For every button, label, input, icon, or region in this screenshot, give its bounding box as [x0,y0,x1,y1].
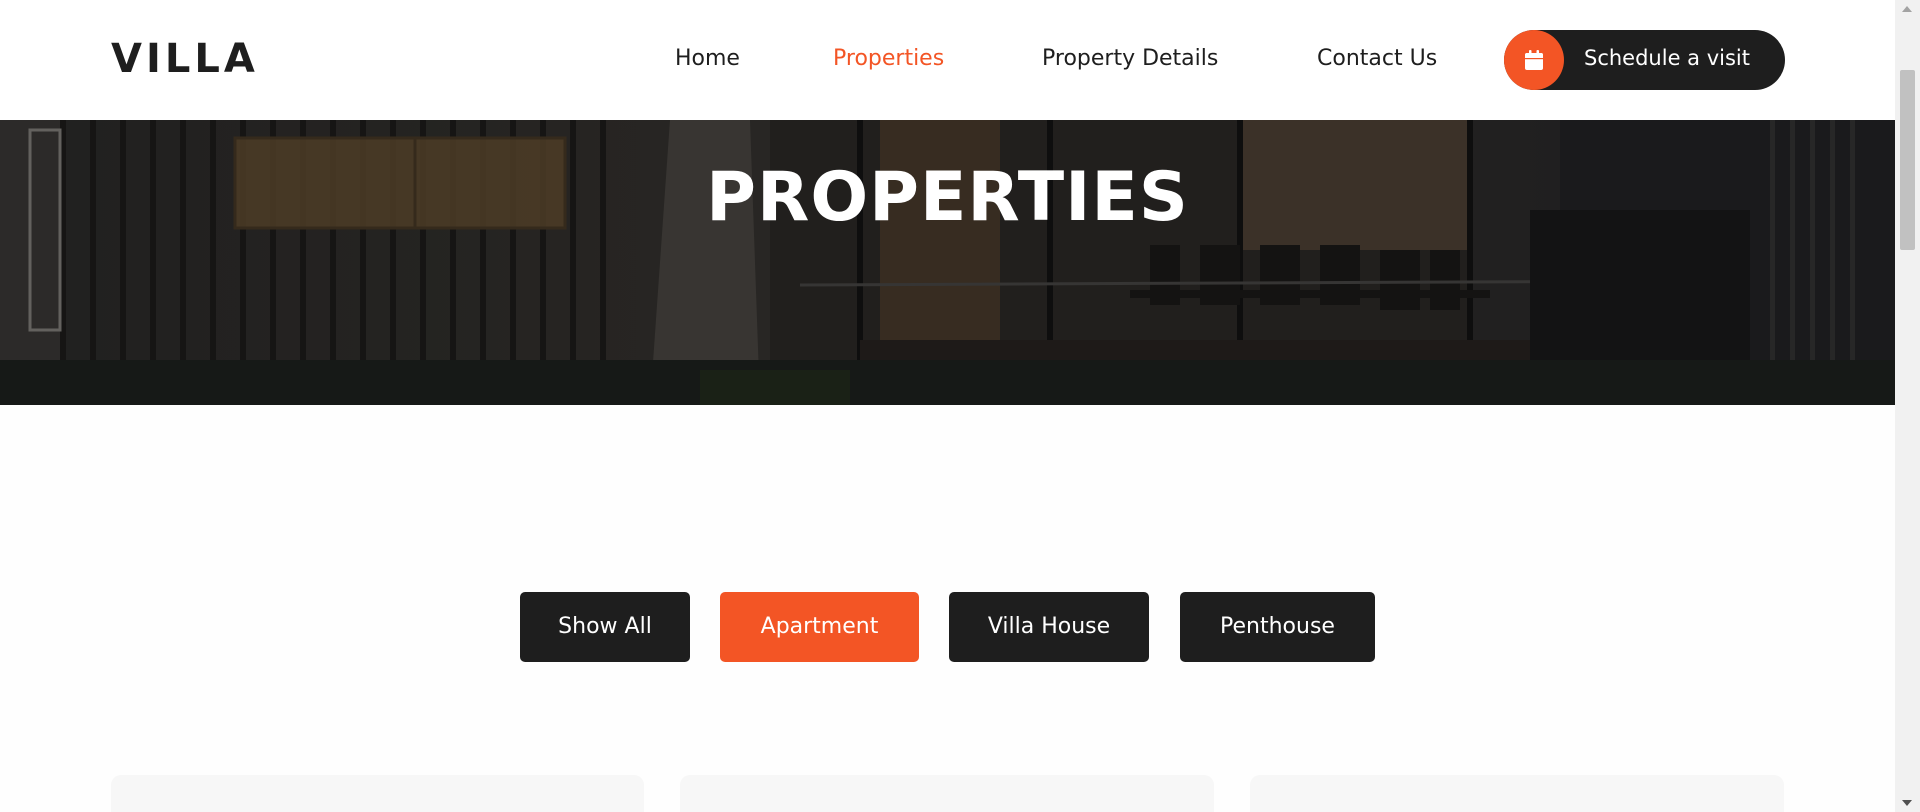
calendar-icon-wrap [1504,30,1564,90]
property-card[interactable] [1250,775,1784,812]
filter-villa-house-button[interactable]: Villa House [949,592,1149,662]
schedule-visit-button[interactable]: Schedule a visit [1504,30,1785,90]
calendar-icon [1525,50,1543,70]
filter-apartment-button[interactable]: Apartment [720,592,919,662]
property-card[interactable] [680,775,1214,812]
scroll-up-arrow-icon[interactable] [1902,6,1912,12]
scroll-down-arrow-icon[interactable] [1902,800,1912,806]
nav-item-property-details[interactable]: Property Details [1042,46,1218,71]
site-logo[interactable]: VILLA [111,36,259,82]
property-card[interactable] [111,775,644,812]
nav-item-contact-us[interactable]: Contact Us [1317,46,1437,71]
site-header: VILLA Home Properties Property Details C… [0,0,1895,120]
property-filter-bar: Show All Apartment Villa House Penthouse [0,592,1895,662]
scrollbar-thumb[interactable] [1900,70,1915,250]
nav-item-properties[interactable]: Properties [833,46,944,71]
schedule-visit-label: Schedule a visit [1584,46,1750,70]
page-scrollbar[interactable] [1895,0,1920,812]
page-title: PROPERTIES [706,158,1189,237]
filter-show-all-button[interactable]: Show All [520,592,690,662]
nav-item-home[interactable]: Home [675,46,740,71]
page-hero-banner: PROPERTIES [0,120,1895,405]
filter-penthouse-button[interactable]: Penthouse [1180,592,1375,662]
